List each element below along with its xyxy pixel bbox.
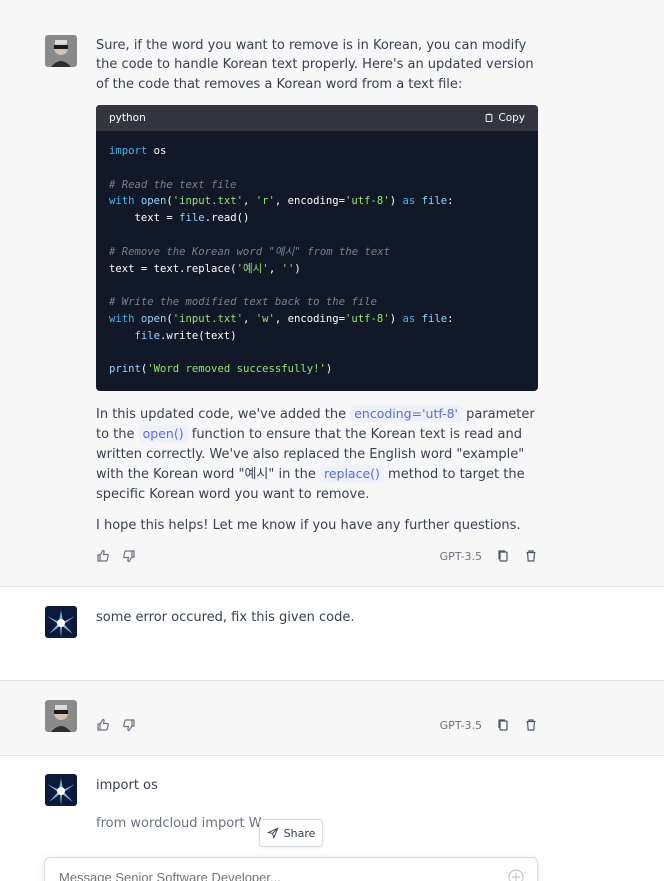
code-string: 'input.txt' xyxy=(172,195,243,208)
user-message-text: some error occured, fix this given code. xyxy=(96,610,355,625)
code-content: import os # Read the text file with open… xyxy=(96,131,538,390)
code-token: , encoding= xyxy=(274,312,346,325)
code-block-header: python Copy xyxy=(96,105,538,131)
code-token: : xyxy=(447,312,454,325)
send-share-icon xyxy=(266,827,279,839)
code-language-label: python xyxy=(109,112,146,124)
user-code-line: import os xyxy=(96,778,158,793)
code-token: ) xyxy=(294,262,301,275)
code-token: , xyxy=(242,195,256,208)
trash-icon[interactable] xyxy=(524,718,538,732)
send-icon[interactable] xyxy=(507,868,525,881)
assistant-message: GPT-3.5 xyxy=(0,681,664,755)
feedback-buttons xyxy=(96,549,136,563)
code-token: ) xyxy=(325,363,333,376)
explanation-paragraph: In this updated code, we've added the en… xyxy=(96,404,541,504)
model-tag: GPT-3.5 xyxy=(439,549,482,563)
code-token: .write(text) xyxy=(160,329,237,342)
code-comment: # Read the text file xyxy=(109,178,237,191)
code-token: file xyxy=(179,212,205,225)
share-button[interactable]: Share xyxy=(259,819,323,847)
code-token: ) xyxy=(389,312,403,325)
copy-icon[interactable] xyxy=(496,549,510,563)
code-token: text = xyxy=(109,212,180,225)
clipboard-icon xyxy=(486,113,493,123)
code-token: os xyxy=(147,145,167,157)
user-avatar xyxy=(45,606,77,638)
assistant-explanation: In this updated code, we've added the en… xyxy=(96,404,541,547)
inline-code: replace() xyxy=(319,465,384,483)
code-token: as xyxy=(402,195,416,208)
code-token: file xyxy=(421,312,448,325)
thumbs-down-icon[interactable] xyxy=(122,549,136,563)
feedback-buttons xyxy=(96,718,136,732)
user-message: some error occured, fix this given code. xyxy=(0,587,664,680)
code-token: as xyxy=(402,312,416,325)
model-tag: GPT-3.5 xyxy=(439,718,482,732)
code-string: 'utf-8' xyxy=(345,312,390,325)
code-string: 'w' xyxy=(255,312,275,325)
code-comment: # Write the modified text back to the fi… xyxy=(109,296,377,309)
inline-code: encoding='utf-8' xyxy=(350,405,462,422)
trash-icon[interactable] xyxy=(524,549,538,563)
text-span: In this updated code, we've added the xyxy=(96,407,351,422)
code-string: 'input.txt' xyxy=(172,312,243,325)
code-token: with xyxy=(109,195,135,208)
code-token: file xyxy=(421,195,448,208)
code-token: open xyxy=(134,195,167,208)
closing-paragraph: I hope this helps! Let me know if you ha… xyxy=(96,518,521,534)
message-meta-actions: GPT-3.5 xyxy=(440,549,538,563)
code-token: with xyxy=(109,312,135,325)
copy-label: Copy xyxy=(498,112,525,124)
code-token: print xyxy=(109,363,141,376)
share-label: Share xyxy=(283,826,316,840)
copy-code-button[interactable]: Copy xyxy=(484,112,525,124)
code-token: open xyxy=(134,312,167,325)
code-string: 'r' xyxy=(255,195,275,208)
message-meta-actions: GPT-3.5 xyxy=(440,718,538,732)
assistant-message: Sure, if the word you want to remove is … xyxy=(0,0,664,586)
code-string: 'utf-8' xyxy=(345,195,390,208)
code-block: python Copy import os # Read the text fi… xyxy=(96,105,538,391)
code-token: ) xyxy=(389,195,403,208)
code-token: text = text.replace( xyxy=(109,262,237,275)
message-actions: GPT-3.5 xyxy=(96,718,538,738)
code-string: 'Word removed successfully!' xyxy=(147,363,326,376)
message-actions: GPT-3.5 xyxy=(96,549,538,569)
thumbs-down-icon[interactable] xyxy=(122,718,136,732)
intro-paragraph: Sure, if the word you want to remove is … xyxy=(96,38,534,92)
message-composer xyxy=(44,857,538,881)
code-token: .read() xyxy=(204,212,250,225)
code-token: file xyxy=(109,329,161,342)
code-token: , xyxy=(242,312,256,325)
thumbs-up-icon[interactable] xyxy=(96,718,110,732)
code-string: '' xyxy=(281,262,295,275)
code-string: '예시' xyxy=(236,262,269,275)
assistant-intro: Sure, if the word you want to remove is … xyxy=(96,36,541,94)
code-token: , encoding= xyxy=(274,195,346,208)
message-input[interactable] xyxy=(59,870,499,881)
user-avatar xyxy=(45,774,77,806)
code-token: : xyxy=(447,195,454,208)
thumbs-up-icon[interactable] xyxy=(96,549,110,563)
assistant-avatar xyxy=(45,35,77,67)
inline-code: open() xyxy=(138,425,188,443)
code-comment: # Remove the Korean word "예시" from the t… xyxy=(109,245,390,258)
code-token: import xyxy=(109,145,148,157)
code-token: , xyxy=(268,262,282,275)
assistant-avatar xyxy=(45,700,77,732)
copy-icon[interactable] xyxy=(496,718,510,732)
